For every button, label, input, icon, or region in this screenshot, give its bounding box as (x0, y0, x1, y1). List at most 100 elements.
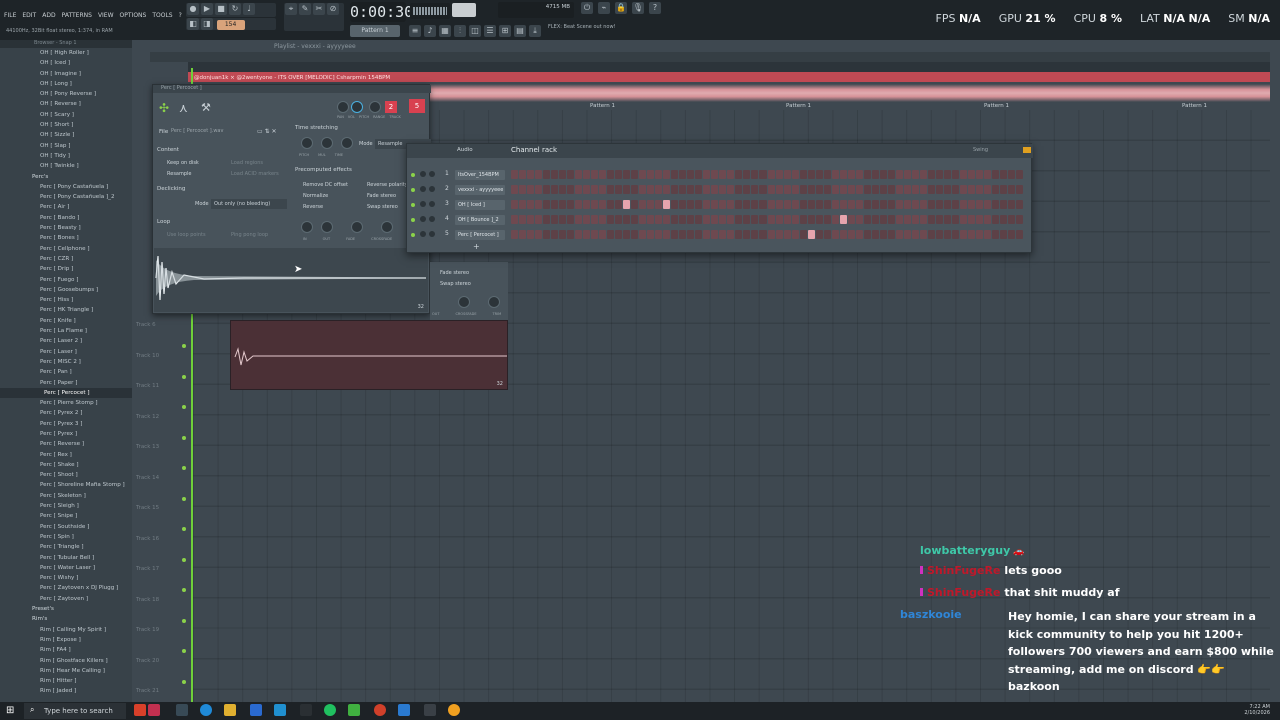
track-mute-led[interactable] (182, 374, 186, 379)
step-button[interactable] (871, 200, 879, 209)
track-label[interactable]: Track 12 (136, 414, 159, 420)
record-icon[interactable]: ● (187, 3, 199, 15)
spotify-icon[interactable] (324, 704, 336, 716)
step-button[interactable] (807, 200, 815, 209)
step-button[interactable] (967, 200, 975, 209)
step-button[interactable] (567, 230, 575, 239)
step-button[interactable] (879, 230, 887, 239)
envelope-icon[interactable]: ⋏ (179, 101, 188, 115)
usb-icon[interactable]: ⌁ (598, 2, 610, 14)
browser-item[interactable]: OH [ Reverse ] (0, 99, 132, 109)
step-button[interactable] (879, 200, 887, 209)
step-button[interactable] (559, 215, 567, 224)
step-button[interactable] (959, 170, 967, 179)
step-button[interactable] (671, 230, 679, 239)
crossfade-knob[interactable] (381, 221, 393, 233)
step-button[interactable] (623, 230, 631, 239)
step-button[interactable] (895, 215, 903, 224)
step-button[interactable] (607, 185, 615, 194)
track-mute-led[interactable] (182, 618, 186, 623)
step-button[interactable] (591, 215, 599, 224)
browser-item[interactable]: Perc [ Rex ] (0, 450, 132, 460)
channel-row[interactable]: 5 Perc [ Percocet ] (407, 230, 1033, 243)
browser-item[interactable]: Rim [ Jaded ] (0, 686, 132, 696)
fl-studio-icon[interactable] (448, 704, 460, 716)
plugin-icon[interactable]: ◫ (469, 25, 481, 37)
step-button[interactable] (871, 185, 879, 194)
browser-item[interactable]: Perc [ Knife ] (0, 316, 132, 326)
browser-item[interactable]: OH [ Sizzle ] (0, 130, 132, 140)
channel-pan-knob[interactable] (420, 171, 426, 177)
browser-item[interactable]: OH [ Long ] (0, 79, 132, 89)
step-button[interactable] (695, 200, 703, 209)
step-button[interactable] (687, 200, 695, 209)
step-button[interactable] (599, 185, 607, 194)
telegram-icon[interactable] (274, 704, 286, 716)
playlist-icon[interactable]: ≡ (409, 25, 421, 37)
step-button[interactable] (903, 185, 911, 194)
step-button[interactable] (535, 230, 543, 239)
step-button[interactable] (943, 215, 951, 224)
mail-icon[interactable] (250, 704, 262, 716)
step-button[interactable] (719, 200, 727, 209)
step-button[interactable] (591, 230, 599, 239)
browser-item[interactable]: Perc [ Fuego ] (0, 275, 132, 285)
pattern-clip-label[interactable]: Pattern 1 (984, 103, 1009, 109)
browser-item[interactable]: Perc [ CZR ] (0, 254, 132, 264)
step-button[interactable] (943, 170, 951, 179)
channel-pan-knob[interactable] (420, 231, 426, 237)
step-button[interactable] (751, 170, 759, 179)
track-mute-led[interactable] (182, 527, 186, 531)
browser-item[interactable]: Rim [ Hitter ] (0, 676, 132, 686)
step-button[interactable] (575, 230, 583, 239)
step-button[interactable] (887, 215, 895, 224)
vscode-icon[interactable] (398, 704, 410, 716)
step-button[interactable] (887, 200, 895, 209)
channel-vol-knob[interactable] (429, 216, 435, 222)
step-button[interactable] (967, 170, 975, 179)
fade-knob[interactable] (351, 221, 363, 233)
step-button[interactable] (711, 170, 719, 179)
step-button[interactable] (743, 185, 751, 194)
step-button[interactable] (551, 230, 559, 239)
effect-option[interactable]: Fade stereo (367, 191, 408, 202)
track-label[interactable]: Track 19 (136, 627, 159, 633)
browser-item[interactable]: Perc [ Goosebumps ] (0, 285, 132, 295)
step-button[interactable] (775, 170, 783, 179)
browser-item[interactable]: Perc [ Zaytoven x DJ Plugg ] (0, 583, 132, 593)
step-button[interactable] (599, 200, 607, 209)
step-button[interactable] (727, 200, 735, 209)
step-button[interactable] (743, 230, 751, 239)
tray-date[interactable]: 2/10/2026 (1244, 710, 1270, 716)
step-button[interactable] (727, 185, 735, 194)
step-button[interactable] (959, 230, 967, 239)
track-mute-led[interactable] (182, 649, 186, 653)
step-button[interactable] (895, 170, 903, 179)
step-button[interactable] (943, 185, 951, 194)
pattern-mode-icon[interactable]: ◧ (187, 18, 199, 30)
song-mode-icon[interactable]: ◨ (201, 18, 213, 30)
step-button[interactable] (927, 230, 935, 239)
channel-vol-knob[interactable] (429, 201, 435, 207)
step-button[interactable] (919, 170, 927, 179)
browser-item[interactable]: Perc [ Shake ] (0, 460, 132, 470)
channel-number[interactable]: 3 (445, 200, 449, 207)
step-button[interactable] (911, 200, 919, 209)
step-button[interactable] (759, 200, 767, 209)
file-name[interactable]: Perc [ Percocet ].wav (171, 128, 251, 136)
obs-icon[interactable] (374, 704, 386, 716)
step-button[interactable] (543, 170, 551, 179)
browser-item[interactable]: Perc [ Pony Castañuela ] (0, 182, 132, 192)
menu-item-q[interactable]: ? (179, 12, 182, 19)
step-button[interactable] (559, 185, 567, 194)
step-button[interactable] (767, 215, 775, 224)
step-button[interactable] (575, 170, 583, 179)
step-button[interactable] (519, 185, 527, 194)
step-button[interactable] (799, 215, 807, 224)
step-button[interactable] (615, 215, 623, 224)
step-button[interactable] (679, 200, 687, 209)
step-button[interactable] (879, 215, 887, 224)
step-button[interactable] (935, 200, 943, 209)
step-button[interactable] (975, 230, 983, 239)
channel-pan-knob[interactable] (420, 216, 426, 222)
